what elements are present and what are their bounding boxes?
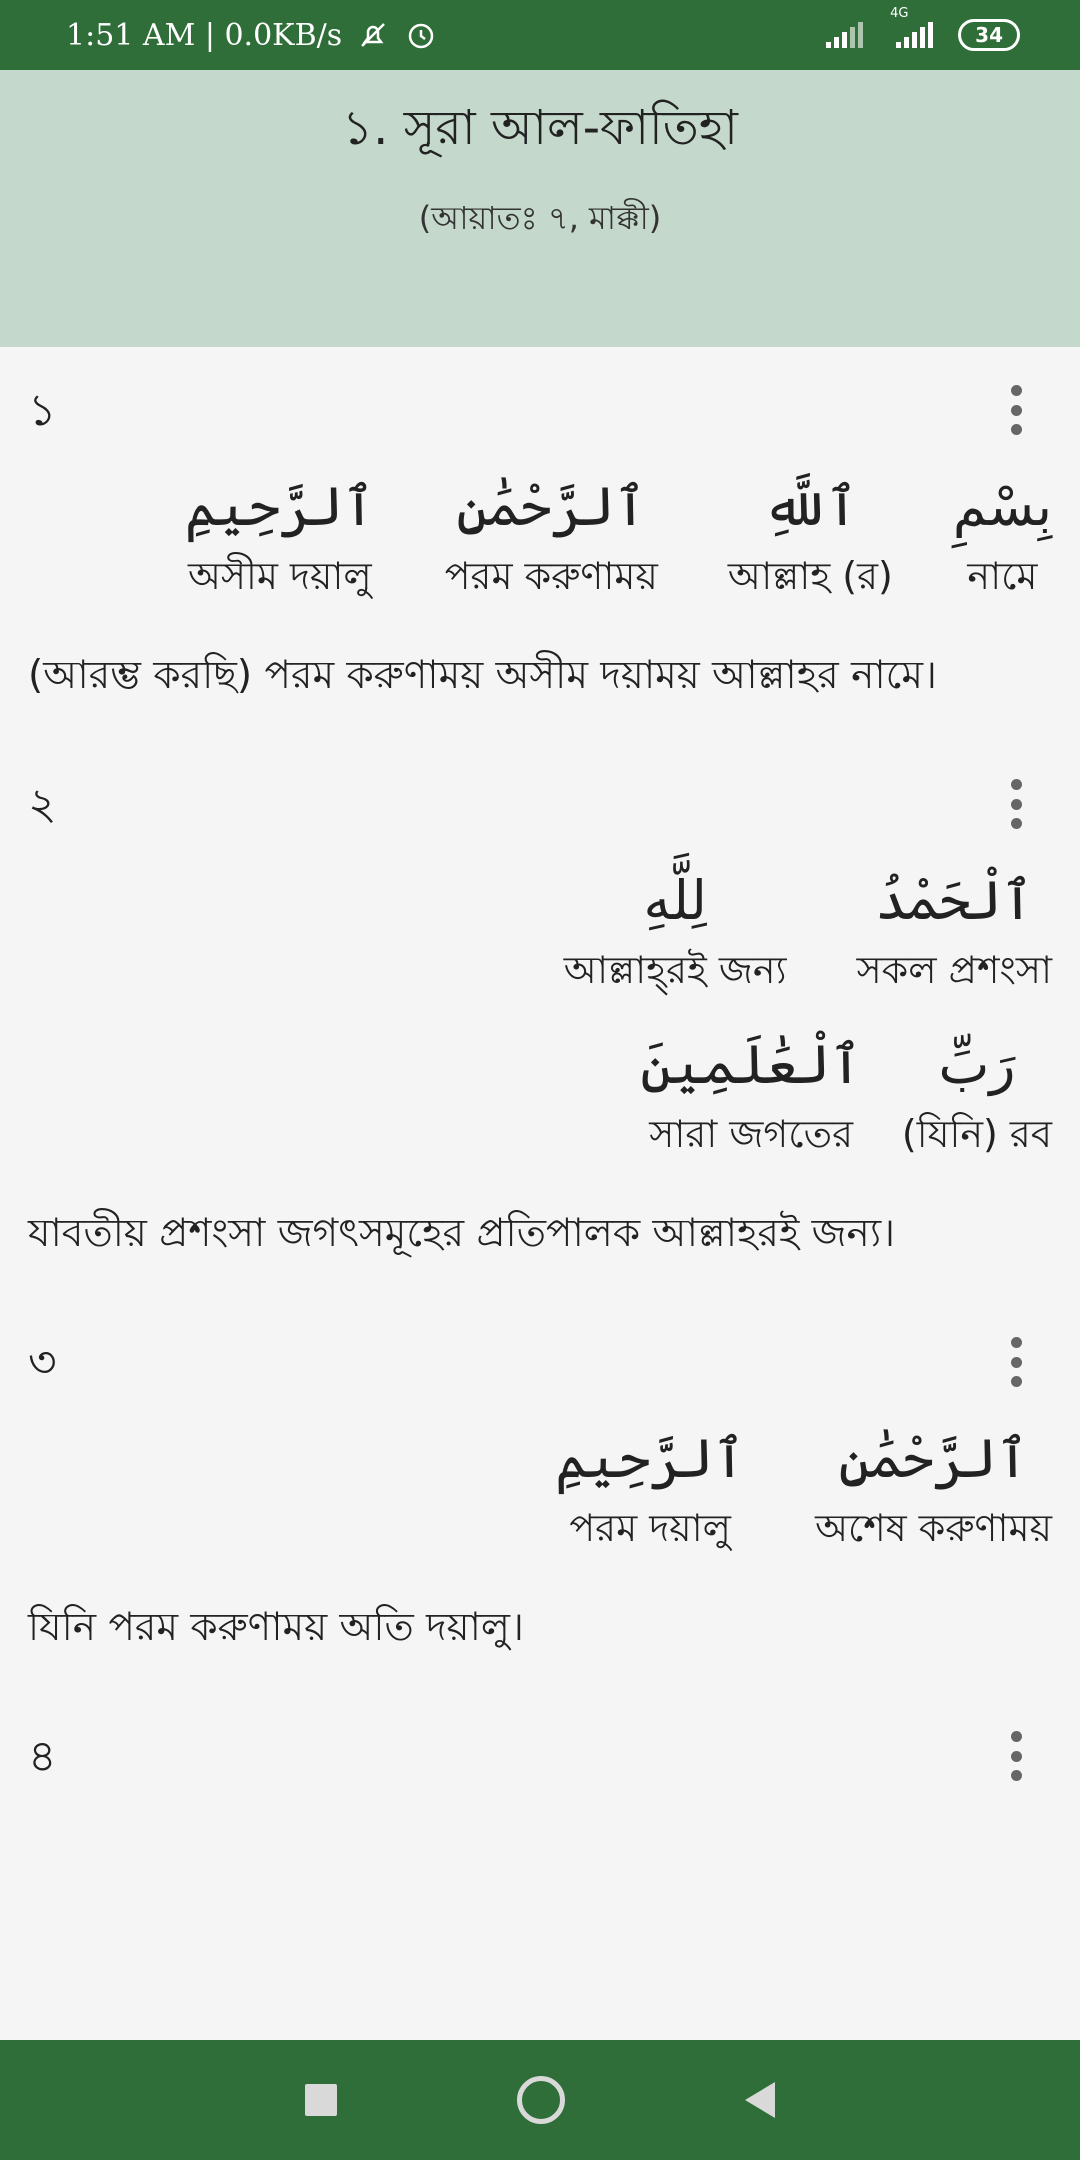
signal-icon [824, 20, 868, 50]
word-item[interactable]: لِلَّهِ আল্লাহ্‌রই জন্য [564, 861, 787, 1005]
word-meaning: অশেষ করুণাময় [815, 1506, 1052, 1550]
verse-number: ৩ [28, 1337, 57, 1388]
mute-icon [356, 18, 390, 52]
arabic-word: ٱلرَّحِيمِ [184, 475, 375, 538]
status-time-speed: 1:51 AM | 0.0KB/s [66, 17, 343, 53]
arabic-word: ٱلرَّحْمَٰنِ [456, 475, 647, 538]
arabic-word: بِسْمِ [952, 475, 1052, 538]
verse-translation: যাবতীয় প্রশংসা জগৎসমূহের প্রতিপালক আল্ল… [28, 1211, 896, 1256]
arabic-word: ٱلرَّحْمَٰنِ [838, 1427, 1029, 1490]
arabic-word: رَبِّ [938, 1033, 1016, 1096]
word-item[interactable]: ٱلرَّحْمَٰنِ পরম করুণাময় [445, 467, 658, 611]
word-meaning: সারা জগতের [649, 1112, 853, 1156]
word-meaning: অসীম দয়ালু [187, 554, 372, 598]
navigation-bar [0, 2040, 1080, 2160]
word-meaning: (যিনি) রব [901, 1112, 1052, 1156]
word-meaning: পরম দয়ালু [569, 1506, 731, 1550]
signal-4g-icon: 4G [886, 6, 940, 50]
status-bar: 1:51 AM | 0.0KB/s 4G 34 [0, 0, 1080, 70]
word-item[interactable]: ٱلْحَمْدُ সকল প্রশংসা [857, 861, 1052, 1005]
verse-item: ২ ٱلْحَمْدُ সকল প্রশংসা لِلَّهِ আল্লাহ্‌রই… [0, 741, 1080, 1265]
word-meaning: সকল প্রশংসা [856, 948, 1052, 992]
more-options-icon[interactable] [1006, 1337, 1026, 1387]
more-options-icon[interactable] [1006, 1731, 1026, 1781]
verse-number: ৪ [28, 1731, 57, 1782]
word-by-word: ٱلْحَمْدُ সকল প্রশংসা لِلَّهِ আল্লাহ্‌রই জ… [322, 861, 1052, 1189]
recents-icon[interactable] [305, 2084, 337, 2116]
battery-level: 34 [975, 23, 1003, 47]
battery-icon: 34 [958, 19, 1020, 51]
more-options-icon[interactable] [1006, 385, 1026, 435]
verse-item: ৪ [0, 1693, 1080, 1813]
word-meaning: আল্লাহ (র) [727, 554, 893, 598]
back-icon[interactable] [745, 2082, 775, 2118]
arabic-word: ٱلرَّحِيمِ [555, 1427, 746, 1490]
word-item[interactable]: رَبِّ (যিনি) রব [902, 1025, 1052, 1169]
surah-header: ১. সূরা আল-ফাতিহা (আয়াতঃ ৭, মাক্কী) [0, 70, 1080, 347]
verse-item: ৩ ٱلرَّحْمَٰنِ অশেষ করুণাময় ٱلرَّحِيمِ পর… [0, 1299, 1080, 1659]
more-options-icon[interactable] [1006, 779, 1026, 829]
word-item[interactable]: ٱلرَّحْمَٰنِ অশেষ করুণাময় [815, 1419, 1052, 1563]
network-type-label: 4G [890, 6, 909, 21]
home-icon[interactable] [517, 2076, 565, 2124]
verse-item: ১ بِسْمِ নামে ٱللَّهِ আল্লাহ (র) ٱلرَّحْمَ… [0, 347, 1080, 707]
verse-list[interactable]: ১ بِسْمِ নামে ٱللَّهِ আল্লাহ (র) ٱلرَّحْمَ… [0, 347, 1080, 2040]
word-item[interactable]: ٱلرَّحِيمِ পরম দয়ালু [555, 1419, 745, 1563]
verse-translation: যিনি পরম করুণাময় অতি দয়ালু। [28, 1605, 524, 1650]
arabic-word: ٱلْعَٰلَمِينَ [640, 1033, 862, 1096]
page-subtitle: (আয়াতঃ ৭, মাক্কী) [418, 199, 662, 237]
word-by-word: بِسْمِ নামে ٱللَّهِ আল্লাহ (র) ٱلرَّحْمَٰن… [28, 467, 1052, 631]
word-by-word: ٱلرَّحْمَٰنِ অশেষ করুণাময় ٱلرَّحِيمِ পরম … [28, 1419, 1052, 1583]
word-meaning: নামে [967, 554, 1038, 598]
verse-translation: (আরম্ভ করছি) পরম করুণাময় অসীম দয়াময় আ… [28, 653, 937, 698]
arabic-word: ٱللَّهِ [762, 475, 858, 538]
verse-number: ১ [28, 385, 57, 436]
arabic-word: ٱلْحَمْدُ [875, 869, 1034, 932]
word-item[interactable]: ٱللَّهِ আল্লাহ (র) [728, 467, 893, 611]
verse-number: ২ [28, 779, 57, 830]
word-meaning: পরম করুণাময় [444, 554, 658, 598]
word-item[interactable]: ٱلرَّحِيمِ অসীম দয়ালু [185, 467, 375, 611]
word-item[interactable]: ٱلْعَٰلَمِينَ সারা জগতের [640, 1025, 861, 1169]
arabic-word: لِلَّهِ [643, 869, 707, 932]
word-meaning: আল্লাহ্‌রই জন্য [563, 948, 787, 992]
word-item[interactable]: بِسْمِ নামে [953, 467, 1052, 611]
alarm-icon [404, 18, 438, 52]
page-title: ১. সূরা আল-ফাতিহা [342, 100, 738, 156]
